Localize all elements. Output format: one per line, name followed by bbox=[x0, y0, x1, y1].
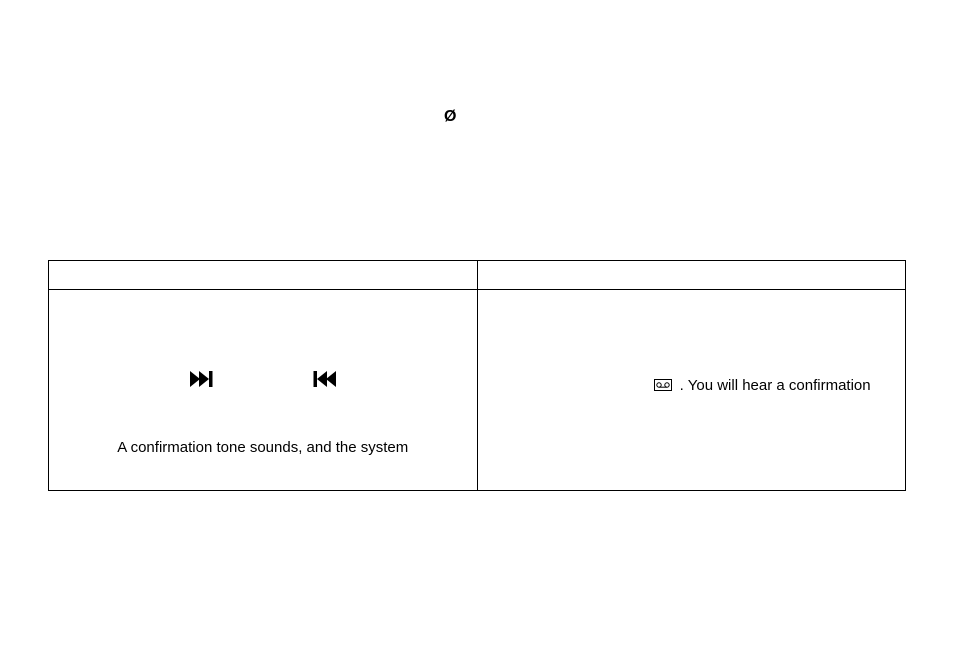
document-page: Ø bbox=[0, 0, 954, 671]
cell-left: A confirmation tone sounds, and the syst… bbox=[49, 290, 478, 491]
table-row: A confirmation tone sounds, and the syst… bbox=[49, 290, 906, 491]
right-cell-text: . You will hear a confirmation bbox=[680, 377, 871, 394]
instruction-table: A confirmation tone sounds, and the syst… bbox=[48, 260, 906, 491]
forward-end-icon bbox=[190, 371, 216, 387]
table-header-right bbox=[477, 261, 906, 290]
backward-start-icon bbox=[310, 371, 336, 387]
cell-right: . You will hear a confirmation bbox=[477, 290, 906, 491]
voicemail-icon bbox=[654, 378, 672, 395]
slashed-o-glyph: Ø bbox=[444, 108, 456, 126]
table-header-left bbox=[49, 261, 478, 290]
table-header-row bbox=[49, 261, 906, 290]
left-cell-text: A confirmation tone sounds, and the syst… bbox=[65, 439, 461, 456]
